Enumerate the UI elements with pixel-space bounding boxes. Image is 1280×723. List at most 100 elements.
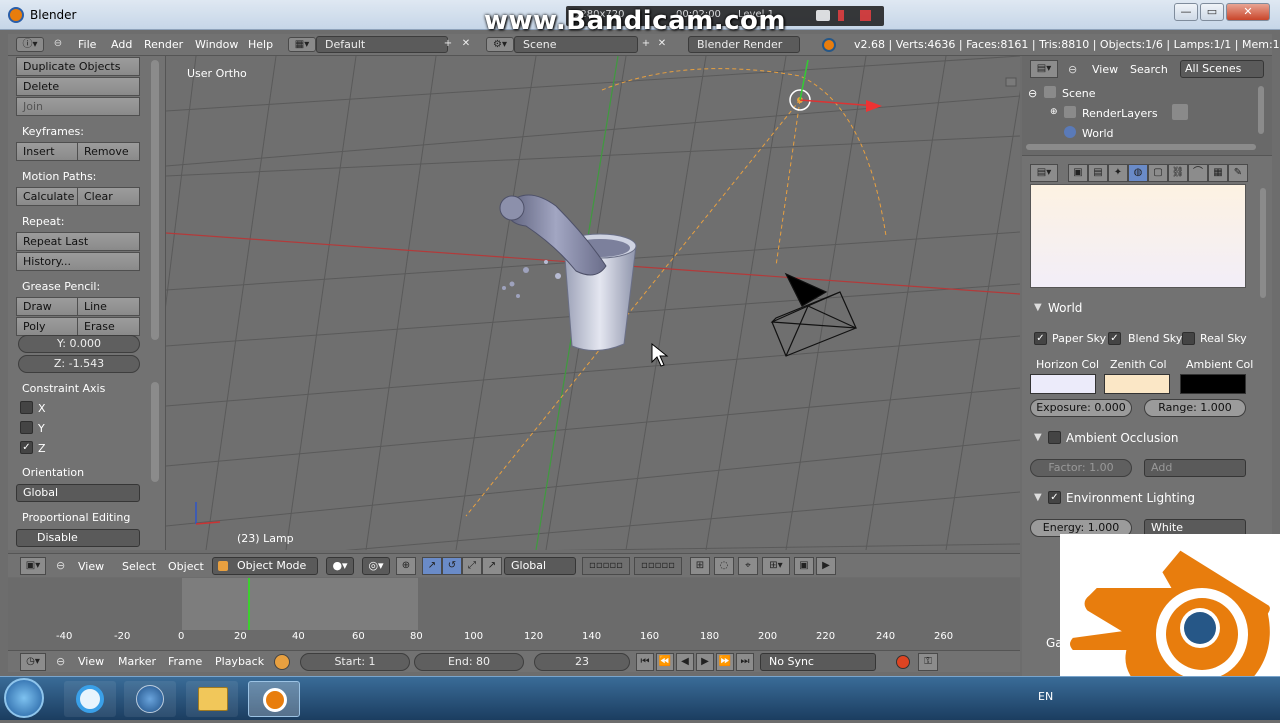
remove-keyframe-button[interactable]: Remove (77, 142, 140, 161)
remove-layout-icon[interactable]: ✕ (458, 37, 474, 52)
3d-viewport[interactable]: User Ortho (23) Lamp (166, 56, 1020, 550)
delete-button[interactable]: Delete (16, 77, 140, 96)
properties-editor-type-icon[interactable]: ▤▾ (1030, 164, 1058, 182)
render-still-icon[interactable]: ▣ (794, 557, 814, 575)
jump-start-icon[interactable]: ⏮ (636, 653, 654, 671)
layout-field[interactable]: Default (316, 36, 448, 53)
outliner-item-renderlayers[interactable]: RenderLayers (1082, 107, 1158, 120)
texture-tab-icon[interactable]: ▦ (1208, 164, 1228, 182)
start-frame-field[interactable]: Start: 1 (300, 653, 410, 671)
screen-layout-icon[interactable]: ▦▾ (288, 37, 316, 52)
start-button[interactable] (4, 678, 44, 718)
line-button[interactable]: Line (77, 297, 140, 316)
menu-file[interactable]: File (78, 38, 96, 51)
scene-field[interactable]: Scene (514, 36, 638, 53)
minimize-button[interactable]: — (1174, 3, 1198, 21)
add-layout-icon[interactable]: + (440, 37, 456, 52)
outliner-view-menu[interactable]: View (1092, 63, 1118, 76)
lock-layer-icon[interactable]: ⊞ (690, 557, 710, 575)
menu-render[interactable]: Render (144, 38, 183, 51)
outliner-hscrollbar[interactable] (1026, 144, 1256, 150)
scale-icon[interactable]: ⤢ (462, 557, 482, 575)
translate-icon[interactable]: ↗ (422, 557, 442, 575)
snap-element-icon[interactable]: ⊞▾ (762, 557, 790, 575)
record-icon[interactable] (896, 655, 910, 669)
scene-tab-icon[interactable]: ✦ (1108, 164, 1128, 182)
play-reverse-icon[interactable]: ◀ (676, 653, 694, 671)
real-sky-checkbox[interactable] (1182, 332, 1195, 345)
properties-scrollbar[interactable] (1260, 188, 1266, 298)
outliner-item-scene[interactable]: Scene (1062, 87, 1096, 100)
object-tab-icon[interactable]: ▢ (1148, 164, 1168, 182)
transform-orientation-select[interactable]: Global (504, 557, 576, 575)
close-button[interactable]: ✕ (1226, 3, 1270, 21)
data-tab-icon[interactable]: ⌒ (1188, 164, 1208, 182)
remove-scene-icon[interactable]: ✕ (654, 37, 670, 52)
timeline-area[interactable]: -40 -20 0 20 40 60 80 100 120 140 160 18… (8, 578, 1020, 650)
paper-sky-checkbox[interactable]: ✓ (1034, 332, 1047, 345)
outliner-filter-select[interactable]: All Scenes (1180, 60, 1264, 78)
pause-icon[interactable] (838, 10, 844, 21)
world-tab-icon[interactable]: ◍ (1128, 164, 1148, 182)
poly-button[interactable]: Poly (16, 317, 78, 336)
editor-type-icon[interactable]: ⓘ▾ (16, 37, 44, 52)
outliner-scrollbar[interactable] (1258, 86, 1264, 134)
layers-grid-2[interactable]: ▫▫▫▫▫ (634, 557, 682, 575)
calculate-button[interactable]: Calculate (16, 187, 78, 206)
render-anim-icon[interactable]: ▶ (816, 557, 836, 575)
orientation-select[interactable]: Global (16, 484, 140, 502)
history-button[interactable]: History... (16, 252, 140, 271)
snap-magnet-icon[interactable]: ⌖ (738, 557, 758, 575)
play-icon[interactable]: ▶ (696, 653, 714, 671)
timeline-view-menu[interactable]: View (78, 655, 104, 668)
erase-button[interactable]: Erase (77, 317, 140, 336)
language-indicator[interactable]: EN (1038, 690, 1053, 703)
preview-range-icon[interactable] (274, 654, 290, 670)
editor-type-timeline-icon[interactable]: ◷▾ (20, 653, 46, 671)
shading-select[interactable]: ●▾ (326, 557, 354, 575)
timeline-frame-cursor[interactable] (248, 578, 250, 630)
outliner-search-menu[interactable]: Search (1130, 63, 1168, 76)
render-tab-icon[interactable]: ▣ (1068, 164, 1088, 182)
end-frame-field[interactable]: End: 80 (414, 653, 524, 671)
env-lighting-checkbox[interactable]: ✓ (1048, 491, 1061, 504)
renderlayers-toggle-icon[interactable] (1172, 104, 1188, 120)
insert-keyframe-button[interactable]: Insert (16, 142, 78, 161)
marker-menu[interactable]: Marker (118, 655, 156, 668)
blend-sky-checkbox[interactable]: ✓ (1108, 332, 1121, 345)
frame-menu[interactable]: Frame (168, 655, 202, 668)
z-value-field[interactable]: Z: -1.543 (18, 355, 140, 373)
ambient-color-swatch[interactable] (1180, 374, 1246, 394)
axis-x-checkbox[interactable] (20, 401, 33, 414)
toolshelf-scrollbar-lower[interactable] (151, 382, 159, 482)
constraints-tab-icon[interactable]: ⛓ (1168, 164, 1188, 182)
select-menu[interactable]: Select (122, 560, 156, 573)
duplicate-objects-button[interactable]: Duplicate Objects (16, 57, 140, 76)
ie-taskbar-icon[interactable] (64, 681, 116, 717)
blender-taskbar-icon[interactable] (248, 681, 300, 717)
collapse-3d-icon[interactable]: ⊖ (56, 559, 65, 572)
sync-select[interactable]: No Sync (760, 653, 876, 671)
outliner-item-world[interactable]: World (1082, 127, 1114, 140)
scene-icon[interactable]: ⚙▾ (486, 37, 514, 52)
next-key-icon[interactable]: ⏩ (716, 653, 734, 671)
outliner-editor-type-icon[interactable]: ▤▾ (1030, 60, 1058, 78)
jump-end-icon[interactable]: ⏭ (736, 653, 754, 671)
collapse-outliner-icon[interactable]: ⊖ (1068, 63, 1077, 76)
expand-scene-icon[interactable]: ⊖ (1028, 87, 1037, 100)
horizon-color-swatch[interactable] (1030, 374, 1096, 394)
menu-window[interactable]: Window (195, 38, 238, 51)
globe-taskbar-icon[interactable] (124, 681, 176, 717)
stop-icon[interactable] (860, 10, 871, 21)
proportional-icon[interactable]: ◌ (714, 557, 734, 575)
axis-y-checkbox[interactable] (20, 421, 33, 434)
join-button[interactable]: Join (16, 97, 140, 116)
render-engine-select[interactable]: Blender Render (688, 36, 800, 53)
proportional-select[interactable]: Disable (16, 529, 140, 547)
prev-key-icon[interactable]: ⏪ (656, 653, 674, 671)
editor-type-3d-icon[interactable]: ▣▾ (20, 557, 46, 575)
collapse-icon[interactable]: ⊖ (52, 37, 64, 52)
expand-renderlayers-icon[interactable]: ⊕ (1050, 107, 1058, 117)
explorer-taskbar-icon[interactable] (186, 681, 238, 717)
clear-button[interactable]: Clear (77, 187, 140, 206)
